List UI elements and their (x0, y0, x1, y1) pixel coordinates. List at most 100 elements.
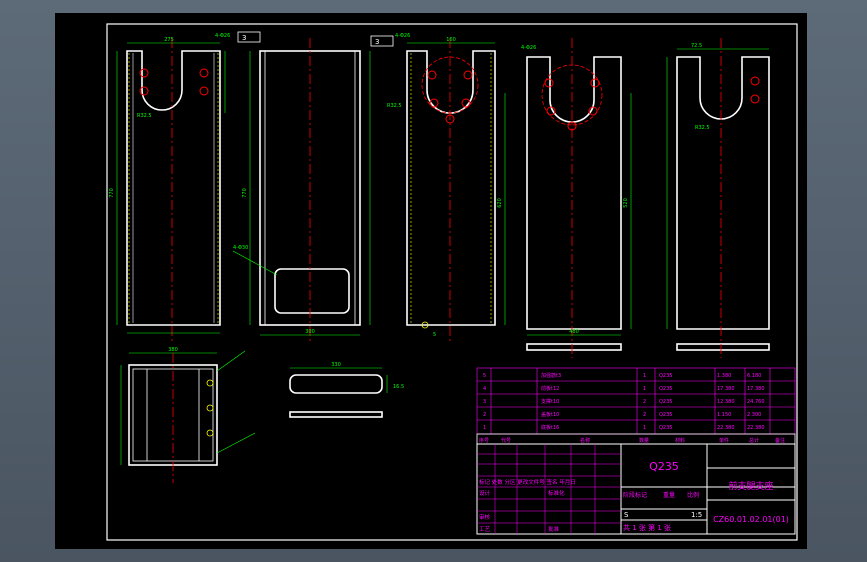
svg-text:序号: 序号 (479, 437, 489, 444)
svg-text:22.380: 22.380 (717, 425, 735, 431)
svg-text:备注: 备注 (775, 437, 785, 444)
view-left-plate (126, 50, 221, 326)
drawing-viewport[interactable]: 275 770 R32.5 4-Φ26 3 770 300 4-Φ30 3 16… (55, 13, 807, 549)
holes-label-3: 4-Φ26 (521, 45, 536, 51)
drawing-number: CZ60.01.02.01(01) (713, 515, 789, 524)
svg-text:前板t12: 前板t12 (541, 385, 559, 392)
svg-text:数量: 数量 (639, 437, 649, 444)
svg-text:1: 1 (643, 425, 646, 431)
dim-plate-thick: 16.5 (393, 384, 404, 390)
stage-label: 阶段标记 (623, 491, 647, 499)
dim-top-3: 160 (446, 37, 456, 43)
radius-label-3: R32.5 (695, 125, 710, 131)
scale-value: 1:5 (691, 511, 702, 519)
view-right-plate (676, 56, 770, 351)
svg-text:1.380: 1.380 (717, 373, 731, 379)
title-block-left-grid (477, 444, 621, 534)
parts-row: 3 支撑t10 2 Q235 12.380 24.760 (483, 398, 765, 405)
holes-label-2: 4-Φ26 (395, 33, 410, 39)
dim-bottom-2: 300 (305, 329, 315, 335)
svg-text:材料: 材料 (675, 437, 685, 444)
slot-note: 4-Φ30 (233, 245, 248, 251)
svg-text:Q235: Q235 (659, 386, 672, 392)
radius-label-1: R32.5 (137, 113, 152, 119)
weight-label: 重量 (663, 491, 675, 499)
svg-text:代号: 代号 (501, 437, 511, 444)
dims-view5 (666, 48, 769, 329)
dim-top-1: 275 (164, 37, 174, 43)
svg-text:2: 2 (483, 412, 486, 418)
hatch-marks (206, 379, 214, 437)
parts-row: 1 底板t16 1 Q235 22.380 22.380 (483, 424, 765, 431)
svg-text:Q235: Q235 (659, 399, 672, 405)
standard-label: 标准化 (548, 489, 565, 497)
svg-text:2.300: 2.300 (747, 412, 761, 418)
svg-text:Q235: Q235 (659, 412, 672, 418)
svg-text:Q235: Q235 (659, 425, 672, 431)
view-rear-plate (526, 56, 622, 351)
svg-text:1: 1 (483, 425, 486, 431)
svg-text:12.380: 12.380 (717, 399, 735, 405)
svg-text:单件: 单件 (719, 437, 729, 444)
holes-view1 (139, 68, 209, 96)
svg-text:1: 1 (643, 386, 646, 392)
plate-outline-1 (126, 50, 221, 326)
roughness-2: 3 (375, 38, 379, 46)
dims-view7 (290, 367, 388, 393)
dim-bottom-4: 480 (569, 329, 579, 335)
cad-sheet: 275 770 R32.5 4-Φ26 3 770 300 4-Φ30 3 16… (106, 23, 798, 541)
scale-label: 比例 (687, 491, 699, 499)
parts-row: 2 盖板t10 2 Q235 1.150 2.300 (483, 411, 761, 418)
svg-text:17.380: 17.380 (747, 386, 765, 392)
dim-top-5: 72.5 (691, 43, 702, 49)
outer-frame (106, 23, 798, 541)
dim-height-3: 620 (497, 198, 503, 208)
svg-text:5: 5 (483, 373, 486, 379)
svg-text:底板t16: 底板t16 (541, 424, 559, 431)
svg-text:2: 2 (643, 412, 646, 418)
part-name: 前支腿支座 (728, 480, 773, 492)
svg-text:加强筋t3: 加强筋t3 (541, 372, 561, 379)
dim-height-2: 770 (242, 188, 248, 198)
dim-plate-width: 330 (331, 362, 341, 368)
svg-text:1.150: 1.150 (717, 412, 731, 418)
approver-label: 批准 (548, 525, 560, 533)
designer-label: 设计 (479, 489, 491, 497)
window-opening (274, 268, 350, 314)
svg-text:22.380: 22.380 (747, 425, 765, 431)
holes-label-1: 4-Φ26 (215, 33, 230, 39)
view-cover-plate (289, 374, 383, 418)
svg-text:2: 2 (643, 399, 646, 405)
rev-header: 标记 处数 分区 更改文件号 签名 年月日 (479, 478, 576, 486)
svg-text:17.380: 17.380 (717, 386, 735, 392)
svg-text:1: 1 (643, 373, 646, 379)
svg-text:盖板t10: 盖板t10 (541, 411, 559, 418)
view-side-plate (406, 50, 496, 326)
dim-height-1: 770 (109, 188, 115, 198)
checker-label: 审核 (479, 513, 491, 521)
parts-header: 序号 代号 名称 数量 材料 单件 总计 备注 (479, 437, 785, 444)
parts-header-grid (476, 433, 796, 445)
process-label: 工艺 (479, 526, 491, 533)
holes-view5 (750, 76, 760, 104)
dim-width-6: 380 (168, 347, 178, 353)
dim-height-4: 520 (623, 198, 629, 208)
svg-text:Q235: Q235 (659, 373, 672, 379)
svg-text:名称: 名称 (580, 437, 590, 444)
holes-view4 (544, 78, 600, 131)
sheet-info: 共 1 张 第 1 张 (623, 523, 671, 532)
weld-note: 5 (433, 332, 436, 338)
svg-text:总计: 总计 (749, 437, 759, 444)
svg-text:24.760: 24.760 (747, 399, 765, 405)
stage-mark: S (624, 511, 629, 519)
roughness-1: 3 (242, 34, 246, 42)
material-label: Q235 (649, 460, 679, 473)
svg-text:支撑t10: 支撑t10 (541, 398, 559, 405)
parts-row: 5 加强筋t3 1 Q235 1.380 6.180 (483, 372, 761, 379)
svg-text:4: 4 (483, 386, 486, 392)
dims-view6 (120, 350, 256, 465)
svg-text:3: 3 (483, 399, 486, 405)
parts-row: 4 前板t12 1 Q235 17.380 17.380 (483, 385, 765, 392)
dims-view4 (527, 93, 632, 336)
svg-text:6.180: 6.180 (747, 373, 761, 379)
